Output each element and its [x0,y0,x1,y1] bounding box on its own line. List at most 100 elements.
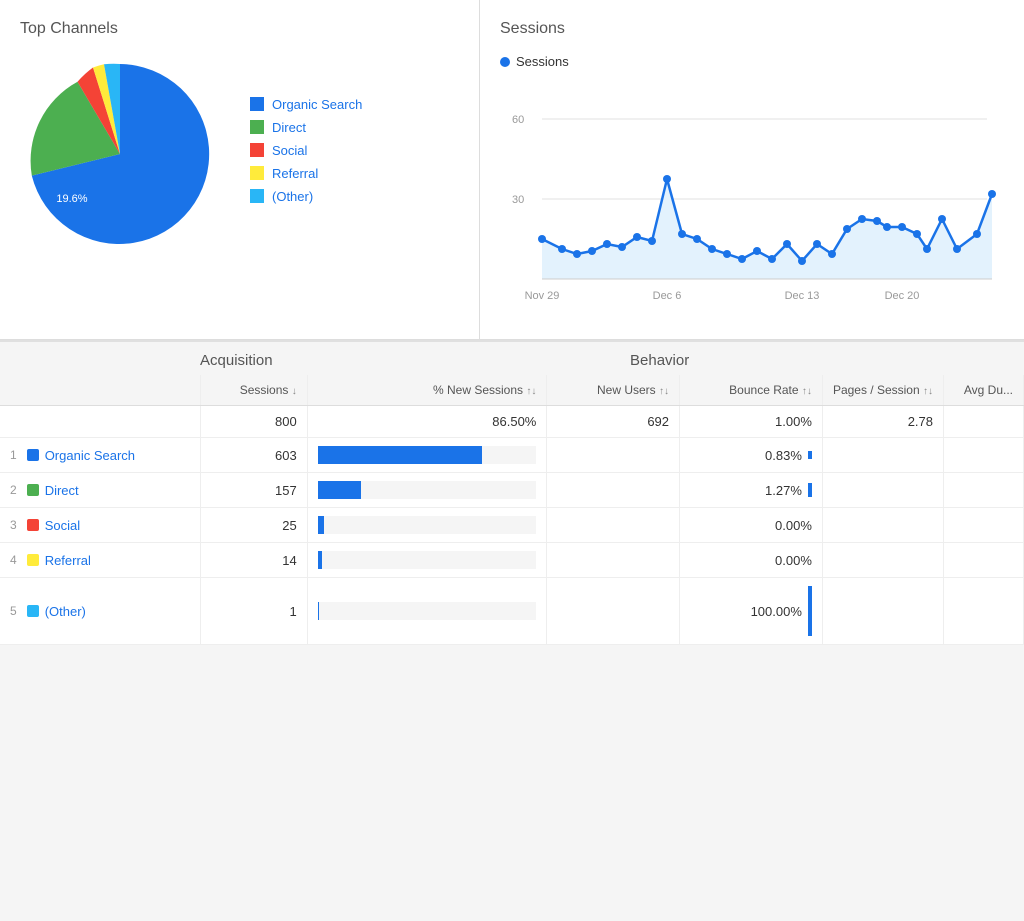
pages-other [822,578,943,645]
legend-color-organic [250,97,264,111]
total-avg-duration [944,406,1024,438]
sort-icon-new-users: ↑↓ [659,386,669,397]
bar-fill-referral [318,551,322,569]
chart-point [573,250,581,258]
legend-label-direct[interactable]: Direct [272,120,306,135]
pie-legend: Organic Search Direct Social Referral (O… [250,97,362,212]
top-channels-panel: Top Channels [0,0,480,339]
pages-organic [822,438,943,473]
legend-item-organic: Organic Search [250,97,362,112]
avg-organic [944,438,1024,473]
chart-point [873,217,881,225]
channel-link-other[interactable]: 5 (Other) [10,604,190,619]
chart-wrapper: 60 30 [500,79,1004,319]
chart-legend-label: Sessions [516,54,569,69]
th-avg-duration: Avg Du... [944,375,1024,406]
chart-point [738,255,746,263]
chart-point [588,247,596,255]
svg-text:30: 30 [512,194,524,206]
legend-label-social[interactable]: Social [272,143,307,158]
channel-link-organic[interactable]: 1 Organic Search [10,448,190,463]
sessions-title: Sessions [500,20,1004,38]
total-new-users: 692 [547,406,680,438]
pages-direct [822,473,943,508]
bar-cell-social [307,508,547,543]
chart-point [618,243,626,251]
bar-cell-organic [307,438,547,473]
table-row-referral: 4 Referral 14 0.00% [0,543,1024,578]
th-pct-new-sessions: % New Sessions ↑↓ [307,375,547,406]
bounce-inline-direct: 1.27% [690,483,812,498]
channel-dot-organic [27,449,39,461]
bounce-inline-social: 0.00% [690,518,812,533]
legend-label-other[interactable]: (Other) [272,189,313,204]
channel-cell-referral: 4 Referral [0,543,200,578]
channel-cell-direct: 2 Direct [0,473,200,508]
bounce-rate-other: 100.00% [680,578,823,645]
bounce-rate-organic: 0.83% [680,438,823,473]
total-pct-new-sessions: 86.50% [307,406,547,438]
section-labels-row: Acquisition Behavior [0,340,1024,375]
avg-other [944,578,1024,645]
channel-cell-other: 5 (Other) [0,578,200,645]
pages-social [822,508,943,543]
row-num-3: 3 [10,518,17,532]
bar-cell-direct [307,473,547,508]
svg-text:60: 60 [512,114,524,126]
channel-name-referral: Referral [45,553,91,568]
legend-label-organic[interactable]: Organic Search [272,97,362,112]
bounce-rate-referral: 0.00% [680,543,823,578]
new-users-social [547,508,680,543]
bar-fill-direct [318,481,362,499]
th-new-users: New Users ↑↓ [547,375,680,406]
chart-point [883,223,891,231]
svg-text:Dec 6: Dec 6 [653,290,682,302]
channel-dot-referral [27,554,39,566]
total-bounce-rate: 1.00% [680,406,823,438]
legend-label-referral[interactable]: Referral [272,166,318,181]
channel-link-referral[interactable]: 4 Referral [10,553,190,568]
legend-color-referral [250,166,264,180]
avg-direct [944,473,1024,508]
behavior-label: Behavior [630,352,689,369]
chart-point [898,223,906,231]
legend-color-direct [250,120,264,134]
bar-container-organic [318,446,537,464]
chart-point [913,230,921,238]
sort-icon-pages: ↑↓ [923,386,933,397]
chart-point [973,230,981,238]
bar-fill-organic [318,446,482,464]
new-users-direct [547,473,680,508]
legend-color-social [250,143,264,157]
legend-item-social: Social [250,143,362,158]
chart-point [663,175,671,183]
chart-point [558,245,566,253]
channel-cell-organic: 1 Organic Search [0,438,200,473]
pie-pct-direct: 19.6% [56,193,87,205]
chart-point [538,235,546,243]
bounce-inline-other: 100.00% [690,586,812,636]
channel-name-organic: Organic Search [45,448,135,463]
spacer [0,352,200,369]
table-row-other: 5 (Other) 1 100.00% [0,578,1024,645]
new-users-other [547,578,680,645]
bounce-bar-direct [808,483,812,497]
channel-link-direct[interactable]: 2 Direct [10,483,190,498]
chart-point [813,240,821,248]
channel-dot-other [27,605,39,617]
bar-container-referral [318,551,537,569]
chart-point [708,245,716,253]
bounce-rate-social: 0.00% [680,508,823,543]
channel-link-social[interactable]: 3 Social [10,518,190,533]
bounce-bar-other [808,586,812,636]
chart-point [633,233,641,241]
chart-point [723,250,731,258]
chart-point [783,240,791,248]
analytics-table: Sessions ↓ % New Sessions ↑↓ New Users ↑… [0,375,1024,645]
table-row-social: 3 Social 25 0.00% [0,508,1024,543]
channel-name-other: (Other) [45,604,86,619]
top-section: Top Channels [0,0,1024,340]
sessions-organic: 603 [200,438,307,473]
chart-point [753,247,761,255]
sort-icon: ↓ [292,386,297,397]
